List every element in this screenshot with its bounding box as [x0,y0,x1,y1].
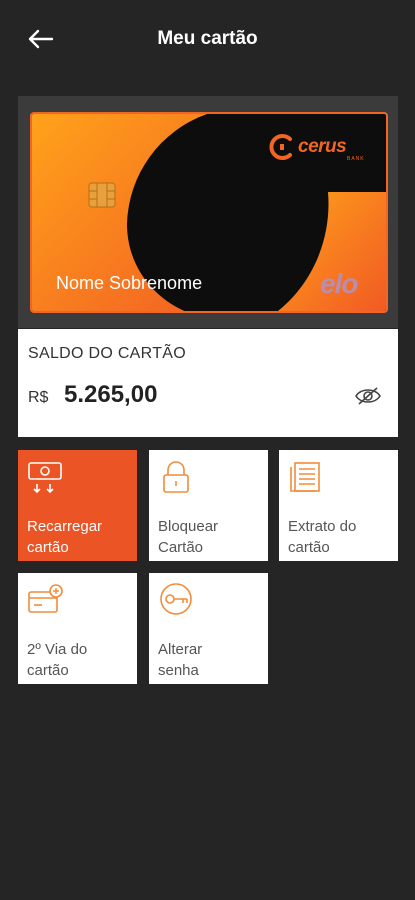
lock-icon [163,461,189,493]
brand-subtitle: BANK [347,156,365,162]
eye-off-icon[interactable] [354,385,382,407]
document-icon [290,462,320,492]
key-icon [160,583,192,615]
balance-panel: SALDO DO CARTÃO R$ 5.265,00 [18,329,398,437]
recharge-card-button[interactable]: Recarregar cartão [18,450,137,561]
card-copy-icon [28,584,63,613]
balance-label: SALDO DO CARTÃO [28,345,187,362]
balance-amount: 5.265,00 [64,381,158,408]
brand-name: cerus [298,136,347,157]
page-title: Meu cartão [157,28,258,49]
top-bar: Meu cartão [0,0,415,78]
change-password-button[interactable]: Alterar senha [149,573,268,684]
statement-label: Extrato do cartão [288,518,357,556]
card-panel: cerus BANK Nome Sobrenome elo [18,96,398,328]
card-network: elo [320,268,358,299]
block-card-button[interactable]: Bloquear Cartão [149,450,268,561]
chip-icon [88,182,116,208]
card-holder-name: Nome Sobrenome [56,273,203,293]
credit-card[interactable]: cerus BANK Nome Sobrenome elo [30,112,388,313]
balance-currency: R$ [28,389,49,406]
card-copy-button[interactable]: 2º Via do cartão [18,573,137,684]
block-card-label: Bloquear Cartão [158,518,219,556]
change-password-label: Alterar senha [158,641,203,679]
money-icon [28,462,62,494]
card-copy-label: 2º Via do cartão [27,641,88,679]
cerus-logo-icon [269,134,292,160]
recharge-card-label: Recarregar cartão [27,518,103,556]
statement-button[interactable]: Extrato do cartão [279,450,398,561]
